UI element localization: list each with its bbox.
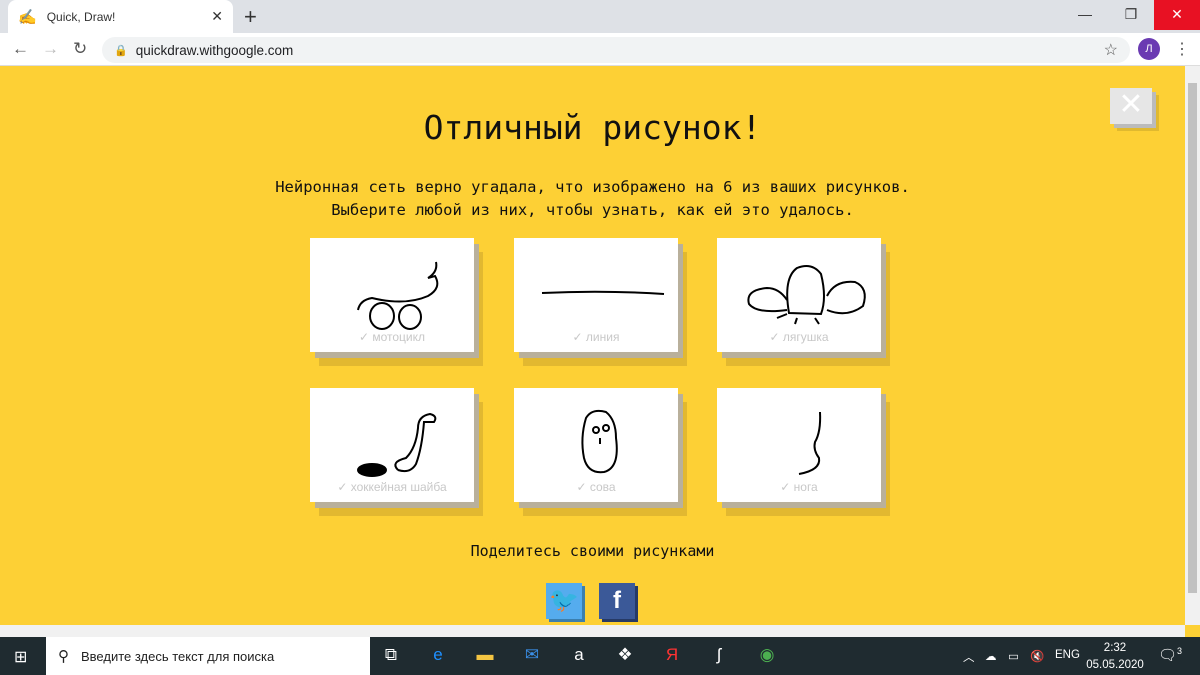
results-page: ✕ Отличный рисунок! Нейронная сеть верно… — [0, 66, 1185, 625]
tab-bar: ✍ Quick, Draw! ✕ + — ❐ ✕ — [0, 0, 1200, 33]
date: 05.05.2020 — [1086, 659, 1144, 671]
chrome-icon[interactable]: ◉ — [754, 645, 780, 665]
share-label: Поделитесь своими рисунками — [470, 542, 715, 560]
lock-icon: 🔒 — [114, 44, 128, 57]
clock[interactable]: 2:32 05.05.2020 — [1085, 640, 1145, 674]
search-placeholder: Введите здесь текст для поиска — [81, 648, 275, 664]
drawing-card-frog[interactable]: ✓ лягушка — [717, 238, 881, 352]
hockey-puck-drawing — [357, 412, 437, 477]
restore-button[interactable]: ❐ — [1108, 0, 1154, 30]
notifications-icon[interactable]: 🗨3 — [1158, 646, 1182, 664]
reload-icon[interactable]: ↻ — [73, 39, 87, 59]
vertical-scrollbar[interactable] — [1185, 66, 1200, 625]
yandex-icon[interactable]: Я — [659, 645, 685, 665]
mail-icon[interactable]: ✉ — [519, 645, 545, 665]
time: 2:32 — [1103, 642, 1127, 654]
subtitle-line: Нейронная сеть верно угадала, что изобра… — [275, 178, 910, 196]
back-icon[interactable]: ← — [12, 39, 29, 59]
drawing-label: ✓ мотоцикл — [358, 330, 426, 344]
taskbar: ⊞ ⚲ Введите здесь текст для поиска ⧉ e ▬… — [0, 637, 1200, 675]
page-title: Отличный рисунок! — [423, 108, 762, 147]
scrollbar-thumb[interactable] — [1188, 83, 1197, 593]
owl-drawing — [581, 409, 618, 474]
twitter-share-button[interactable]: 🐦 — [546, 583, 582, 619]
search-icon: ⚲ — [58, 648, 69, 665]
subtitle-line: Выберите любой из них, чтобы узнать, как… — [331, 201, 854, 219]
close-window-button[interactable]: ✕ — [1154, 0, 1200, 30]
bookmark-star-icon[interactable]: ☆ — [1104, 40, 1118, 60]
horizontal-scrollbar[interactable] — [0, 625, 1185, 637]
twitter-icon: 🐦 — [549, 587, 579, 614]
task-view-icon[interactable]: ⧉ — [378, 645, 404, 665]
drawing-card-owl[interactable]: ✓ сова — [514, 388, 678, 502]
line-drawing — [541, 290, 665, 295]
dropbox-icon[interactable]: ❖ — [612, 645, 638, 665]
drawing-card-hockey-puck[interactable]: ✓ хоккейная шайба — [310, 388, 474, 502]
language-indicator[interactable]: ENG — [1055, 649, 1080, 661]
drawing-label: ✓ нога — [780, 480, 818, 494]
drawing-label: ✓ хоккейная шайба — [337, 480, 447, 494]
quickdraw-favicon-icon: ✍ — [18, 8, 37, 26]
volume-muted-icon[interactable]: 🔇 — [1030, 649, 1044, 663]
close-tab-icon[interactable]: ✕ — [211, 8, 223, 25]
forward-icon[interactable]: → — [42, 39, 59, 59]
notification-count: 3 — [1177, 646, 1183, 656]
taskbar-search-input[interactable]: ⚲ Введите здесь текст для поиска — [46, 637, 370, 675]
frog-drawing — [747, 265, 866, 325]
app-icon[interactable]: ʃ — [706, 645, 732, 665]
windows-start-icon[interactable]: ⊞ — [14, 647, 27, 667]
subtitle: Нейронная сеть верно угадала, что изобра… — [0, 176, 1185, 222]
drawing-card-line[interactable]: ✓ линия — [514, 238, 678, 352]
profile-avatar[interactable]: Л — [1138, 38, 1160, 60]
new-tab-button[interactable]: + — [244, 4, 257, 30]
file-explorer-icon[interactable]: ▬ — [472, 645, 498, 665]
amazon-icon[interactable]: a — [566, 645, 592, 665]
url-input[interactable]: 🔒 quickdraw.withgoogle.com ☆ — [102, 37, 1130, 63]
motorcycle-drawing — [357, 261, 439, 330]
onedrive-icon[interactable]: ☁ — [985, 649, 997, 663]
url-text: quickdraw.withgoogle.com — [135, 42, 294, 58]
tab-quick-draw[interactable]: ✍ Quick, Draw! ✕ — [8, 0, 233, 33]
minimize-button[interactable]: — — [1062, 0, 1108, 30]
menu-icon[interactable]: ⋮ — [1174, 39, 1190, 59]
facebook-share-button[interactable]: f — [599, 583, 635, 619]
drawing-label: ✓ лягушка — [769, 330, 829, 344]
leg-drawing — [798, 411, 822, 475]
edge-icon[interactable]: e — [425, 645, 451, 665]
battery-icon[interactable]: ▭ — [1008, 649, 1019, 663]
tab-title: Quick, Draw! — [46, 9, 116, 24]
drawing-label: ✓ сова — [576, 480, 616, 494]
drawing-card-motorcycle[interactable]: ✓ мотоцикл — [310, 238, 474, 352]
drawing-card-leg[interactable]: ✓ нога — [717, 388, 881, 502]
address-bar: ← → ↻ 🔒 quickdraw.withgoogle.com ☆ Л ⋮ — [0, 33, 1200, 66]
show-hidden-icons[interactable]: ︿ — [963, 649, 975, 665]
facebook-icon: f — [613, 587, 621, 614]
drawing-label: ✓ линия — [572, 330, 620, 344]
